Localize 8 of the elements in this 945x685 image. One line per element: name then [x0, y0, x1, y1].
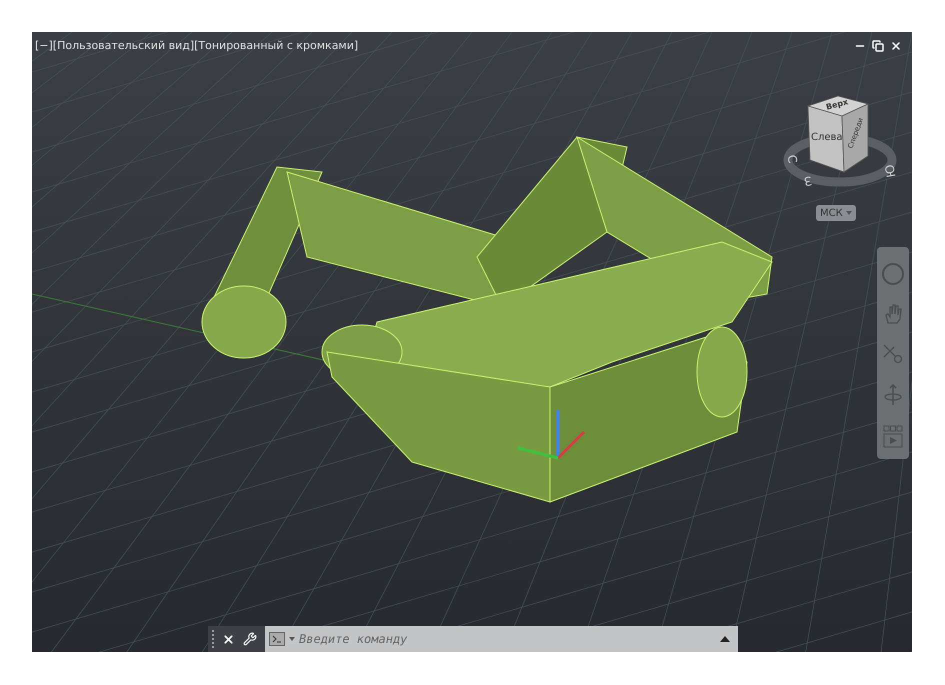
command-input[interactable]: Введите команду [265, 626, 738, 652]
ucs-dropdown[interactable]: МСК [816, 205, 856, 221]
compass-label[interactable]: Ю [880, 163, 900, 179]
compass-label[interactable]: С [782, 153, 802, 165]
cube-face-label[interactable]: Слева [811, 130, 843, 145]
command-field[interactable]: Введите команду [299, 630, 716, 648]
compass-label[interactable]: З [802, 171, 814, 191]
viewport-label[interactable]: [−][Пользовательский вид][Тонированный с кромками] [35, 38, 358, 54]
